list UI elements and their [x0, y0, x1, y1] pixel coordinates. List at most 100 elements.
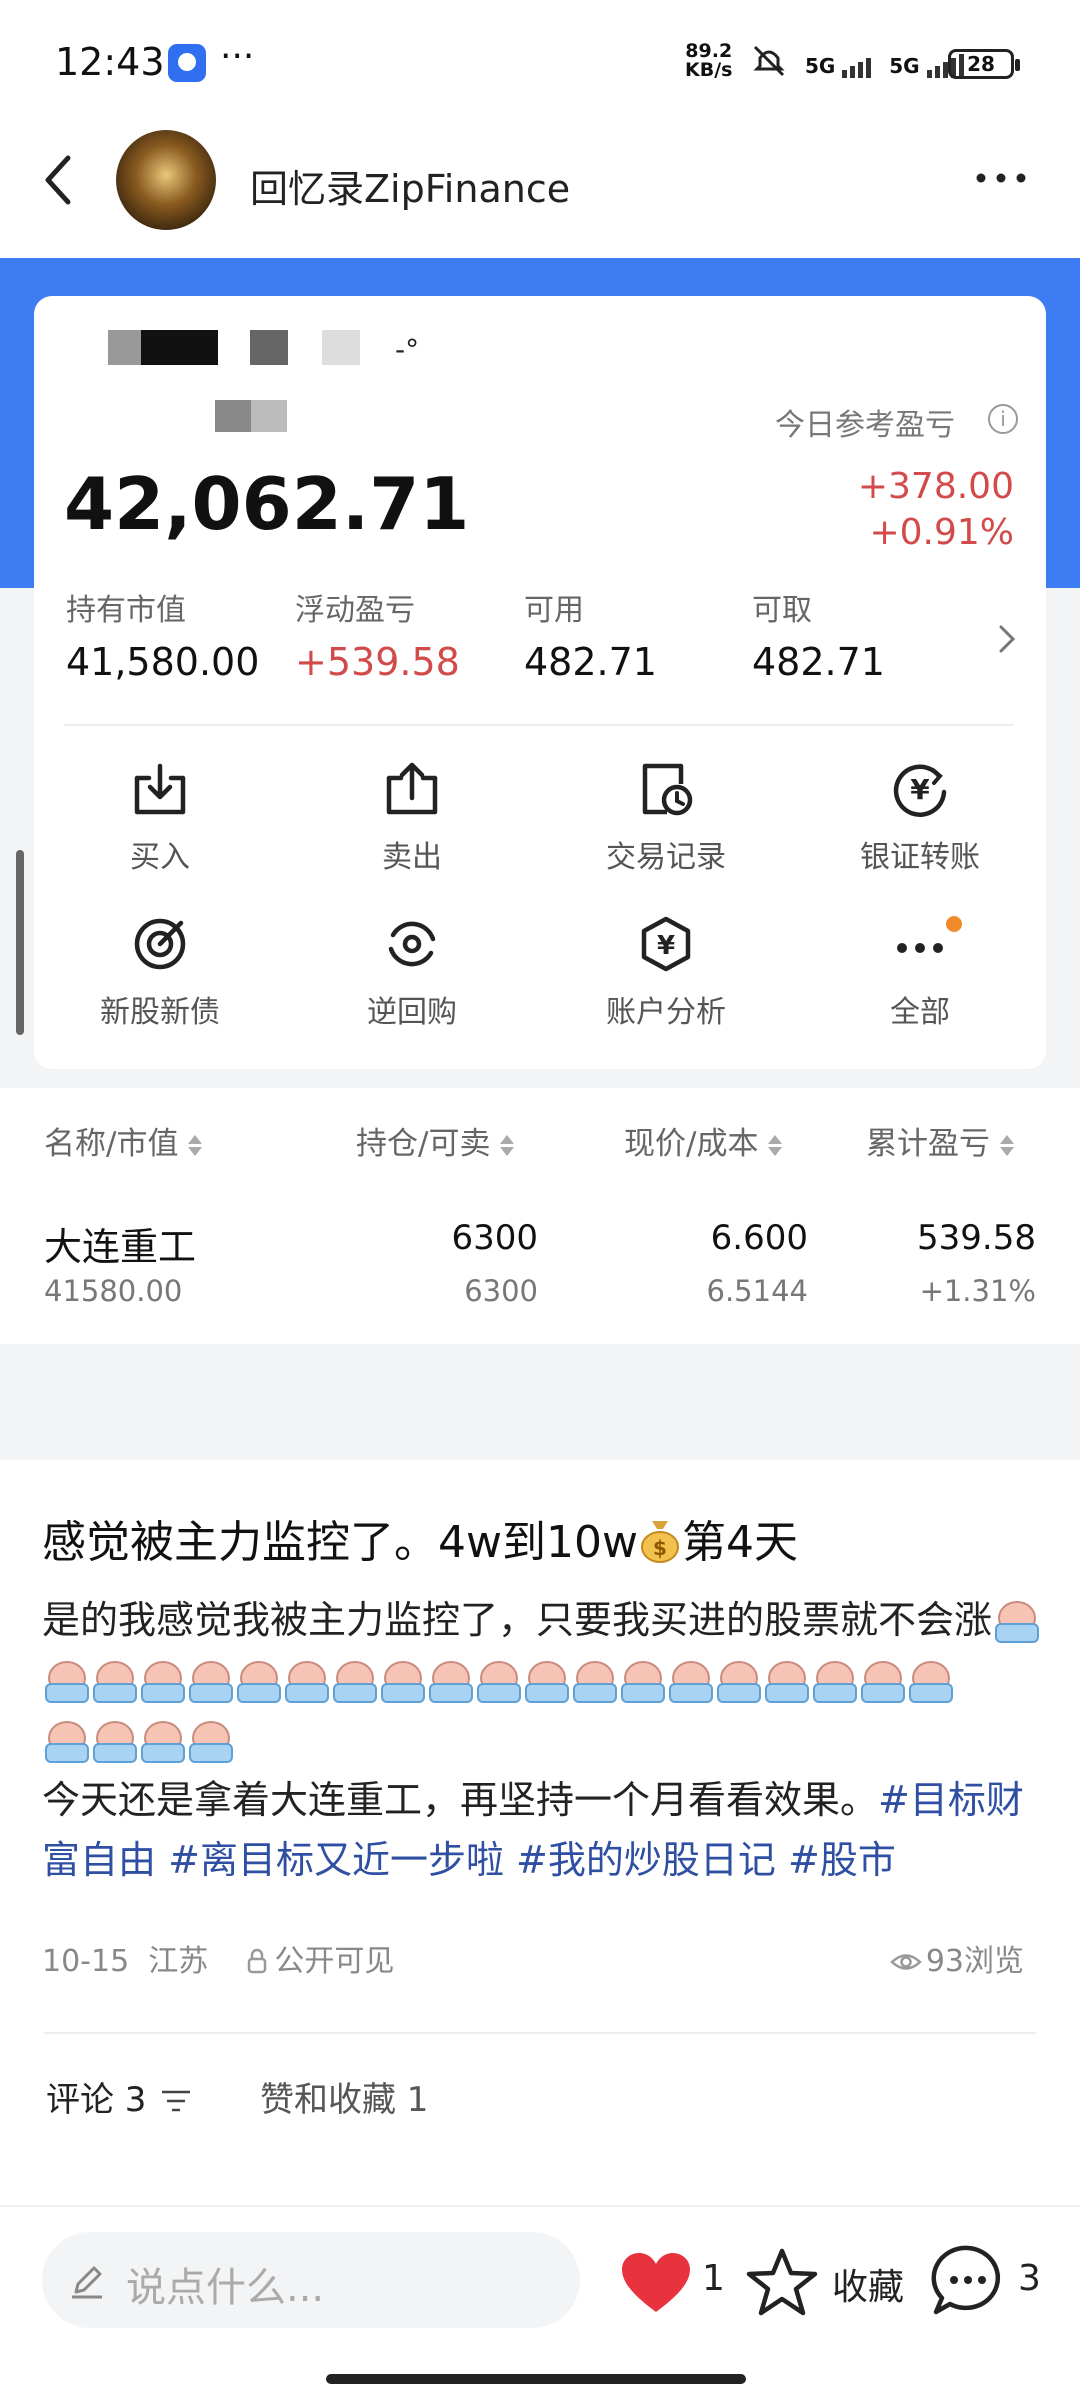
sort-icon [188, 1135, 202, 1156]
crying-emoji-icon [90, 1655, 137, 1703]
page-title[interactable]: 回忆录ZipFinance [250, 158, 570, 213]
crying-emoji-icon [426, 1655, 473, 1703]
crying-emoji-icon [762, 1655, 809, 1703]
tab-likes-collections[interactable]: 赞和收藏 1 [260, 2072, 428, 2121]
bank-transfer-button[interactable]: ¥ 银证转账 [810, 760, 1030, 876]
hashtag[interactable]: #离目标又近一步啦 [168, 1838, 504, 1882]
money-bag-icon: $ [640, 1521, 679, 1563]
heart-icon[interactable] [620, 2252, 692, 2314]
ipo-button[interactable]: 新股新债 [50, 915, 270, 1031]
crying-emoji-icon [810, 1655, 857, 1703]
crying-emoji-icon [42, 1655, 89, 1703]
tab-comments[interactable]: 评论 3 [46, 2072, 192, 2121]
crying-emoji-icon [186, 1655, 233, 1703]
stock-price: 6.600 [710, 1218, 808, 1258]
pencil-icon [72, 2266, 102, 2299]
crying-emoji-icon [714, 1655, 761, 1703]
divider [44, 2032, 1036, 2034]
sell-button[interactable]: 卖出 [302, 760, 522, 876]
stock-sellable: 6300 [464, 1274, 538, 1308]
crying-emoji-icon [90, 1715, 137, 1763]
comment-placeholder[interactable]: 说点什么... [126, 2255, 324, 2313]
like-count: 1 [702, 2258, 725, 2299]
stock-cost: 6.5144 [706, 1274, 808, 1308]
trade-record-icon [642, 763, 693, 816]
eye-icon [889, 1954, 922, 1970]
stock-name: 大连重工 [44, 1225, 197, 1269]
post-location: 江苏 [148, 1944, 209, 1979]
buy-button[interactable]: 买入 [50, 760, 270, 876]
section-gap [0, 1344, 1080, 1460]
crying-emoji-icon [618, 1655, 665, 1703]
masked-account-info [250, 330, 288, 365]
hashtag[interactable]: #股市 [788, 1838, 896, 1882]
crying-emoji-icon [138, 1655, 185, 1703]
back-arrow-icon[interactable] [40, 150, 80, 210]
svg-text:¥: ¥ [657, 931, 675, 961]
divider [64, 724, 1014, 726]
masked-account-info [215, 400, 287, 432]
scrollbar[interactable] [16, 850, 24, 1035]
avatar[interactable] [116, 130, 216, 230]
app-notification-icon [168, 44, 206, 82]
masked-account-info [108, 330, 218, 365]
status-more-dots: ··· [220, 36, 255, 77]
lock-icon [248, 1948, 267, 1974]
filter-icon [162, 2090, 191, 2112]
crying-emoji-icon [992, 1595, 1040, 1643]
post-title: 感觉被主力监控了。4w到10w $ 第4天 [42, 1517, 798, 1568]
stock-position: 6300 [451, 1218, 538, 1258]
info-icon[interactable]: i [988, 404, 1018, 434]
sell-icon [386, 762, 438, 815]
account-analysis-button[interactable]: ¥ 账户分析 [556, 915, 776, 1031]
crying-emoji-icon [858, 1655, 905, 1703]
available-label: 可用 [524, 593, 584, 628]
home-indicator[interactable] [326, 2374, 746, 2384]
notification-dot [946, 916, 962, 932]
total-assets: 42,062.71 [64, 462, 470, 546]
status-time: 12:43 [55, 40, 165, 84]
post-meta: 10-15 江苏 公开可见 [42, 1936, 394, 1980]
more-dots-icon [897, 943, 943, 953]
signal-indicators: 5G 5G [750, 44, 967, 78]
comment-count: 3 [1018, 2258, 1041, 2299]
withdrawable-label: 可取 [752, 593, 812, 628]
bank-transfer-icon: ¥ [893, 764, 947, 817]
collect-label[interactable]: 收藏 [832, 2258, 904, 2310]
market-value-label: 持有市值 [66, 593, 186, 628]
post-date: 10-15 [42, 1944, 130, 1979]
withdrawable-funds: 482.71 [752, 640, 885, 684]
chevron-right-icon[interactable] [996, 622, 1018, 656]
post-body: 是的我感觉我被主力监控了，只要我买进的股票就不会涨 今天还是拿着大连重工，再坚持… [42, 1590, 1042, 1890]
reverse-repo-button[interactable]: 逆回购 [302, 915, 522, 1031]
market-value: 41,580.00 [66, 640, 260, 684]
trade-record-button[interactable]: 交易记录 [556, 760, 776, 876]
today-pnl-amount: +378.00 [857, 466, 1014, 507]
masked-account-tail: -° [395, 333, 420, 366]
crying-emoji-icon [666, 1655, 713, 1703]
col-header-name[interactable]: 名称/市值 [44, 1118, 202, 1163]
hashtag[interactable]: #我的炒股日记 [516, 1838, 776, 1882]
crying-emoji-icon [282, 1655, 329, 1703]
ipo-icon [134, 918, 186, 970]
col-header-position[interactable]: 持仓/可卖 [356, 1118, 514, 1163]
comment-bubble-icon[interactable] [930, 2242, 1006, 2318]
col-header-pnl[interactable]: 累计盈亏 [866, 1118, 1014, 1163]
network-speed: 89.2 KB/s [685, 40, 733, 81]
crying-emoji-icon [186, 1715, 233, 1763]
crying-emoji-icon [522, 1655, 569, 1703]
post-visibility: 公开可见 [274, 1944, 395, 1979]
today-reference-pnl-label: 今日参考盈亏 [775, 408, 955, 443]
crying-emoji-icon [42, 1715, 89, 1763]
divider [0, 2205, 1080, 2207]
col-header-price[interactable]: 现价/成本 [624, 1118, 782, 1163]
more-options-icon[interactable] [975, 170, 1027, 186]
crying-emoji-icon [474, 1655, 521, 1703]
all-functions-button[interactable]: 全部 [810, 915, 1030, 1031]
crying-emoji-icon [330, 1655, 377, 1703]
mute-icon [753, 45, 785, 77]
sort-icon [768, 1135, 782, 1156]
svg-text:¥: ¥ [910, 773, 930, 806]
today-pnl-percent: +0.91% [869, 512, 1014, 553]
star-icon[interactable] [746, 2246, 818, 2318]
